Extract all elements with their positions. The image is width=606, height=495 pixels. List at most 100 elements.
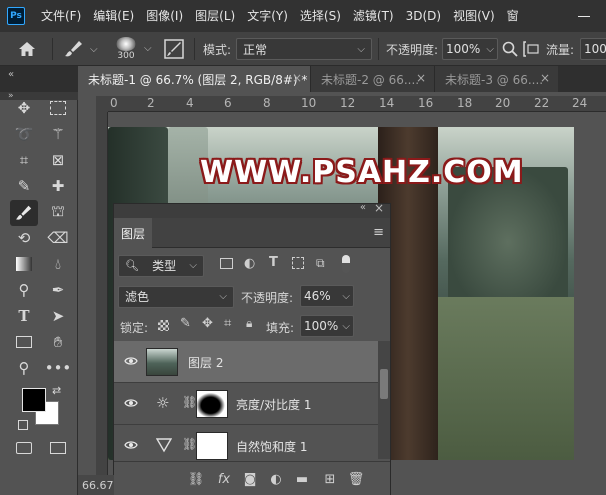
gradient-tool[interactable] bbox=[12, 252, 36, 276]
tab-document-3[interactable]: 未标题-3 @ 66.... × bbox=[434, 66, 558, 92]
lock-position-icon[interactable]: ✥ bbox=[202, 316, 213, 331]
ruler-origin[interactable] bbox=[96, 96, 108, 112]
move-tool[interactable]: ✥ bbox=[12, 96, 36, 120]
frame-tool[interactable]: ⊠ bbox=[46, 148, 70, 172]
filter-toggle-icon[interactable] bbox=[342, 255, 350, 273]
scrollbar-thumb[interactable] bbox=[380, 369, 388, 399]
tab-layers[interactable]: 图层 bbox=[114, 218, 152, 248]
pen-tool[interactable]: ✒ bbox=[46, 278, 70, 302]
menu-view[interactable]: 视图(V) bbox=[447, 0, 501, 32]
flow-dropdown[interactable]: 100 bbox=[580, 38, 606, 60]
menu-file[interactable]: 文件(F) bbox=[35, 0, 87, 32]
panel-title-bar[interactable]: « × bbox=[114, 201, 390, 218]
close-icon[interactable]: × bbox=[292, 71, 302, 85]
link-layers-icon[interactable]: ⛓ bbox=[188, 471, 205, 487]
lock-artboard-icon[interactable]: ⌗ bbox=[224, 316, 231, 331]
filter-adjustment-icon[interactable]: ◐ bbox=[244, 256, 255, 271]
eye-icon[interactable] bbox=[124, 354, 138, 368]
layer-row[interactable]: ☼ ⛓ 亮度/对比度 1 bbox=[114, 383, 378, 425]
pressure-opacity-button[interactable] bbox=[502, 32, 518, 66]
hand-tool[interactable]: ✋︎ bbox=[46, 330, 70, 354]
panel-menu-icon[interactable]: ≡ bbox=[373, 225, 384, 240]
airbrush-toggle[interactable] bbox=[522, 32, 540, 66]
link-icon[interactable]: ⛓ bbox=[182, 437, 197, 451]
layer-filter-dropdown[interactable]: 🔍︎ 类型 ⌵ bbox=[118, 254, 204, 277]
chevron-down-icon[interactable]: ⌵ bbox=[144, 43, 152, 54]
add-mask-icon[interactable]: ◙ bbox=[242, 471, 258, 487]
eye-icon[interactable] bbox=[124, 396, 138, 410]
blend-mode-dropdown[interactable]: 正常 ⌵ bbox=[236, 38, 372, 60]
menu-edit[interactable]: 编辑(E) bbox=[87, 0, 140, 32]
menu-window[interactable]: 窗 bbox=[501, 0, 525, 32]
brush-settings-button[interactable] bbox=[164, 32, 184, 66]
fx-icon[interactable]: fx bbox=[216, 471, 232, 487]
layer-row[interactable]: 图层 2 bbox=[114, 341, 378, 383]
vertical-ruler[interactable] bbox=[96, 112, 108, 495]
lock-paint-icon[interactable]: ✎ bbox=[180, 316, 191, 331]
layer-name[interactable]: 自然饱和度 1 bbox=[236, 438, 307, 455]
healing-brush-tool[interactable]: ✚ bbox=[46, 174, 70, 198]
type-tool[interactable]: T bbox=[12, 304, 36, 328]
horizontal-ruler[interactable]: 0 2 4 6 8 10 12 14 16 18 20 22 24 bbox=[96, 96, 606, 112]
layer-row[interactable]: ⛓ 自然饱和度 1 bbox=[114, 425, 378, 461]
layer-name[interactable]: 图层 2 bbox=[188, 354, 223, 371]
brush-tool[interactable] bbox=[10, 200, 38, 226]
eye-icon[interactable] bbox=[124, 438, 138, 452]
default-colors-icon[interactable] bbox=[18, 420, 28, 430]
tab-document-2[interactable]: 未标题-2 @ 66.... × bbox=[310, 66, 434, 92]
layers-scrollbar[interactable] bbox=[378, 341, 390, 459]
zoom-level[interactable]: 66.67% bbox=[82, 479, 114, 492]
marquee-tool[interactable] bbox=[46, 96, 70, 120]
fill-input[interactable]: 100% ⌵ bbox=[300, 315, 354, 337]
opacity-dropdown[interactable]: 100% ⌵ bbox=[442, 38, 498, 60]
menu-filter[interactable]: 滤镜(T) bbox=[347, 0, 400, 32]
menu-select[interactable]: 选择(S) bbox=[294, 0, 347, 32]
history-brush-tool[interactable]: ⟲ bbox=[12, 226, 36, 250]
minimize-button[interactable] bbox=[562, 0, 606, 32]
home-button[interactable] bbox=[18, 32, 36, 66]
layer-name[interactable]: 亮度/对比度 1 bbox=[236, 396, 312, 413]
screen-mode-button[interactable] bbox=[46, 436, 70, 460]
brush-size-picker[interactable]: 300 bbox=[116, 32, 136, 66]
lock-all-icon[interactable]: 🔒︎ bbox=[246, 316, 252, 331]
rectangle-icon bbox=[16, 336, 32, 348]
filter-type-icon[interactable]: T bbox=[269, 255, 278, 270]
layer-blend-mode-dropdown[interactable]: 滤色 ⌵ bbox=[118, 285, 234, 308]
foreground-color-swatch[interactable] bbox=[22, 388, 46, 412]
close-icon[interactable]: × bbox=[374, 201, 384, 215]
layer-opacity-input[interactable]: 46% ⌵ bbox=[300, 285, 354, 307]
delete-layer-icon[interactable]: 🗑︎ bbox=[348, 471, 365, 487]
crop-tool[interactable]: ⌗ bbox=[12, 148, 36, 172]
menu-type[interactable]: 文字(Y) bbox=[241, 0, 294, 32]
collapse-icon[interactable]: « bbox=[360, 202, 366, 213]
eraser-tool[interactable]: ⌫ bbox=[46, 226, 70, 250]
new-group-icon[interactable]: ▬ bbox=[294, 471, 310, 487]
more-tools-button[interactable]: ••• bbox=[45, 356, 72, 380]
adjustment-layer-icon[interactable]: ◐ bbox=[268, 471, 284, 487]
path-selection-tool[interactable]: ➤ bbox=[46, 304, 70, 328]
link-icon[interactable]: ⛓ bbox=[182, 395, 197, 409]
menu-layer[interactable]: 图层(L) bbox=[189, 0, 241, 32]
blur-tool[interactable]: 💧︎ bbox=[46, 252, 70, 276]
menu-3d[interactable]: 3D(D) bbox=[400, 0, 447, 32]
filter-shape-icon[interactable] bbox=[292, 257, 304, 269]
magic-wand-tool[interactable]: ⚚ bbox=[46, 122, 70, 146]
zoom-tool[interactable]: ⚲ bbox=[12, 356, 36, 380]
filter-pixel-icon[interactable] bbox=[220, 258, 233, 269]
new-layer-icon[interactable]: ⊞ bbox=[322, 471, 338, 487]
collapse-panel-icon[interactable]: « bbox=[8, 69, 14, 80]
dodge-tool[interactable]: ⚲ bbox=[12, 278, 36, 302]
lock-transparency-icon[interactable] bbox=[158, 320, 169, 331]
close-icon[interactable]: × bbox=[540, 71, 550, 85]
filter-smart-object-icon[interactable]: ⧉ bbox=[316, 256, 325, 271]
tab-document-1[interactable]: 未标题-1 @ 66.7% (图层 2, RGB/8#) * × bbox=[78, 66, 310, 92]
lasso-tool[interactable]: ➰ bbox=[12, 122, 36, 146]
close-icon[interactable]: × bbox=[416, 71, 426, 85]
tool-preset-picker[interactable]: ⌵ bbox=[64, 32, 98, 66]
quick-mask-button[interactable] bbox=[12, 436, 36, 460]
menu-image[interactable]: 图像(I) bbox=[140, 0, 189, 32]
swap-colors-icon[interactable]: ⇄ bbox=[52, 384, 61, 397]
eyedropper-tool[interactable]: ✎ bbox=[12, 174, 36, 198]
stamp-tool[interactable]: ⛫ bbox=[46, 200, 70, 224]
rectangle-tool[interactable] bbox=[12, 330, 36, 354]
